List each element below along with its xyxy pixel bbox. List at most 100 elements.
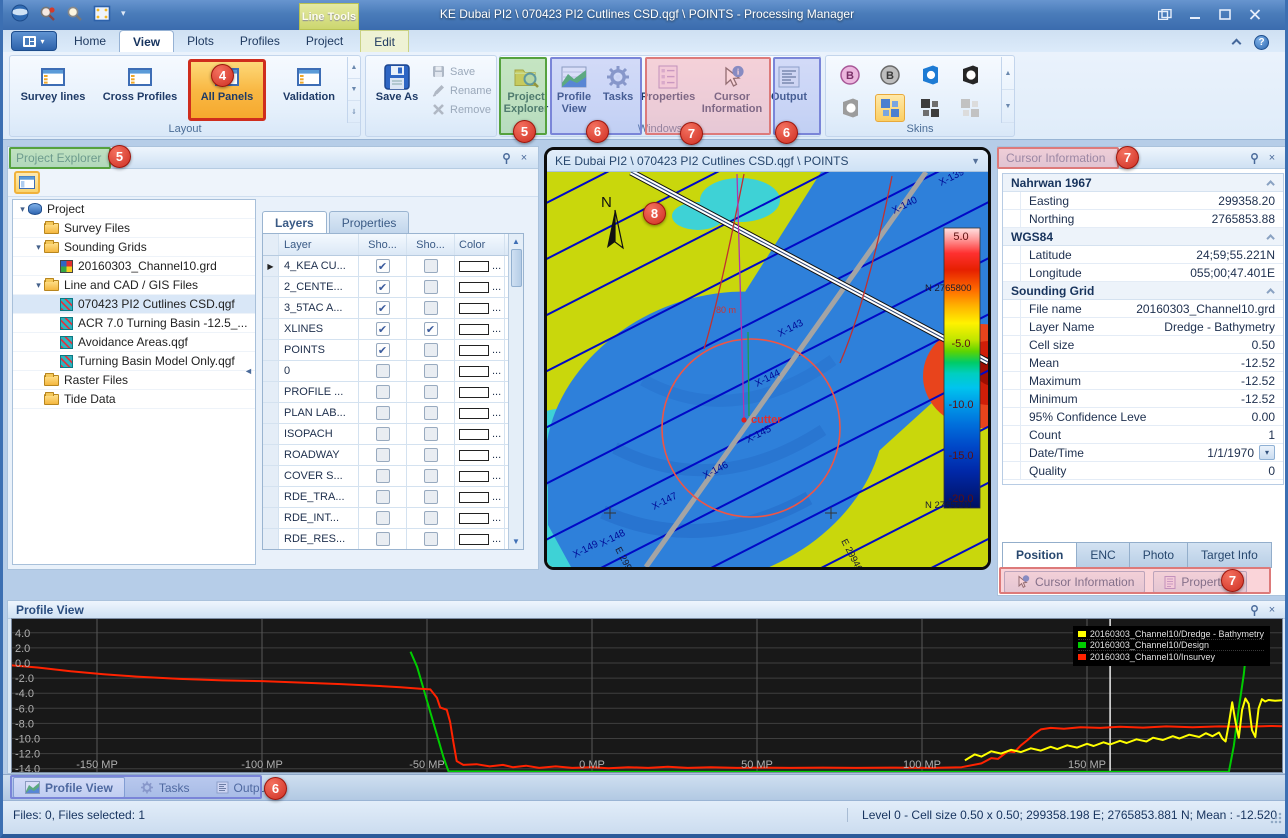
tab-view[interactable]: View	[119, 30, 174, 52]
tree-item[interactable]: Tide Data	[13, 390, 255, 409]
checkbox[interactable]	[376, 406, 390, 420]
table-row[interactable]: ISOPACH...	[263, 424, 523, 445]
row-selector[interactable]	[263, 424, 279, 444]
color-cell[interactable]: ...	[455, 277, 505, 297]
checkbox[interactable]	[424, 490, 438, 504]
layer-name-cell[interactable]: POINTS	[279, 340, 359, 360]
help-button[interactable]: ?	[1254, 35, 1269, 50]
color-cell[interactable]: ...	[455, 403, 505, 423]
layer-name-cell[interactable]: ROADWAY	[279, 445, 359, 465]
checkbox[interactable]: ✔	[376, 343, 390, 357]
row-selector[interactable]	[263, 298, 279, 318]
property-row[interactable]: Count1	[1003, 426, 1283, 444]
row-selector[interactable]	[263, 403, 279, 423]
color-swatch[interactable]	[459, 408, 489, 419]
checkbox[interactable]: ✔	[376, 280, 390, 294]
checkbox[interactable]	[424, 364, 438, 378]
layer-name-cell[interactable]: 4_KEA CU...	[279, 256, 359, 276]
color-cell[interactable]: ...	[455, 319, 505, 339]
chevron-down-icon[interactable]: ▼	[971, 156, 980, 166]
color-cell[interactable]: ...	[455, 529, 505, 549]
save-as-button[interactable]: Save As	[370, 59, 424, 121]
layer-name-cell[interactable]: RDE_TRA...	[279, 487, 359, 507]
close-icon[interactable]: ×	[1264, 603, 1280, 617]
row-selector[interactable]	[263, 466, 279, 486]
profile-chart[interactable]: 4.02.00.0-2.0-4.0-6.0-8.0-10.0-12.0-14.0…	[11, 618, 1283, 773]
close-icon[interactable]: ×	[1264, 151, 1280, 165]
color-cell[interactable]: ...	[455, 256, 505, 276]
property-row[interactable]: Easting299358.20	[1003, 192, 1283, 210]
survey-lines-button[interactable]: Survey lines	[14, 59, 92, 121]
ellipsis-button[interactable]: ...	[492, 260, 501, 272]
rename-button[interactable]: Rename	[428, 81, 496, 100]
table-row[interactable]: 2_CENTE... ✔...	[263, 277, 523, 298]
property-row[interactable]: File name20160303_Channel10.grd	[1003, 300, 1283, 318]
table-row[interactable]: POINTS✔...	[263, 340, 523, 361]
bottom-tab-profile-view[interactable]: Profile View	[13, 777, 125, 798]
ellipsis-button[interactable]: ...	[492, 428, 501, 440]
checkbox[interactable]	[424, 385, 438, 399]
maximize-button[interactable]	[1213, 6, 1237, 23]
panels-button[interactable]	[1153, 6, 1177, 23]
tab-enc[interactable]: ENC	[1077, 542, 1129, 568]
bathymetry-map[interactable]: 5.0-5.0-10.0-15.0-20.0 X-139X-140X-143X-…	[547, 172, 988, 567]
layer-name-cell[interactable]: RDE_INT...	[279, 508, 359, 528]
section-header[interactable]: Sounding Grid	[1003, 282, 1283, 300]
checkbox[interactable]: ✔	[376, 301, 390, 315]
ellipsis-button[interactable]: ...	[492, 512, 501, 524]
layer-name-cell[interactable]: 2_CENTE...	[279, 277, 359, 297]
property-row[interactable]: Layer NameDredge - Bathymetry	[1003, 318, 1283, 336]
checkbox[interactable]	[376, 427, 390, 441]
tab-project[interactable]: Project	[293, 30, 356, 52]
row-selector[interactable]	[263, 277, 279, 297]
skin-office-blue[interactable]	[915, 61, 945, 89]
bottom-tab-tasks[interactable]: Tasks	[129, 777, 201, 798]
checkbox[interactable]	[424, 427, 438, 441]
color-swatch[interactable]	[459, 345, 489, 356]
checkbox[interactable]	[424, 406, 438, 420]
tree-item[interactable]: ACR 7.0 Turning Basin -12.5_...	[13, 314, 255, 333]
checkbox[interactable]	[376, 532, 390, 546]
layer-name-cell[interactable]: 0	[279, 361, 359, 381]
tree-item[interactable]: ▾Project	[13, 200, 255, 219]
checkbox[interactable]	[376, 469, 390, 483]
collapse-panel-arrow-icon[interactable]: ◄	[244, 366, 253, 376]
skin-office-black[interactable]	[955, 61, 985, 89]
column-header[interactable]: Sho...	[407, 234, 455, 255]
color-swatch[interactable]	[459, 492, 489, 503]
close-button[interactable]	[1243, 6, 1267, 23]
table-row[interactable]: RDE_TRA......	[263, 487, 523, 508]
tree-item[interactable]: ▾Line and CAD / GIS Files	[13, 276, 255, 295]
pin-icon[interactable]	[1246, 151, 1262, 165]
checkbox[interactable]	[376, 448, 390, 462]
layers-table-scrollbar[interactable]: ▲ ▼	[508, 234, 523, 549]
row-selector[interactable]	[263, 487, 279, 507]
expand-icon[interactable]: ▾	[33, 242, 44, 253]
tab-home[interactable]: Home	[61, 30, 119, 52]
map-canvas[interactable]: 5.0-5.0-10.0-15.0-20.0 X-139X-140X-143X-…	[547, 172, 988, 567]
ellipsis-button[interactable]: ...	[492, 449, 501, 461]
tasks-button[interactable]: Tasks	[598, 59, 638, 121]
table-row[interactable]: PLAN LAB......	[263, 403, 523, 424]
checkbox[interactable]: ✔	[376, 259, 390, 273]
checkbox[interactable]	[424, 469, 438, 483]
row-selector[interactable]	[263, 382, 279, 402]
property-row[interactable]: Cell size0.50	[1003, 336, 1283, 354]
skin-squares-dark[interactable]	[915, 94, 945, 122]
layer-name-cell[interactable]: RDE_RES...	[279, 529, 359, 549]
toggle-layers-view-button[interactable]	[14, 171, 40, 194]
tree-item[interactable]: Avoidance Areas.qgf	[13, 333, 255, 352]
tab-edit[interactable]: Edit	[360, 30, 409, 52]
minimize-button[interactable]	[1183, 6, 1207, 23]
color-cell[interactable]: ...	[455, 424, 505, 444]
ellipsis-button[interactable]: ...	[492, 491, 501, 503]
properties-button[interactable]: Properties	[638, 59, 698, 121]
table-row[interactable]: 0...	[263, 361, 523, 382]
skin-squares-light[interactable]	[955, 94, 985, 122]
project-explorer-button[interactable]: Project Explorer	[502, 59, 550, 121]
tab-properties[interactable]: Properties	[329, 211, 410, 233]
ellipsis-button[interactable]: ...	[492, 386, 501, 398]
checkbox[interactable]: ✔	[424, 322, 438, 336]
scroll-up-icon[interactable]: ▲	[509, 234, 523, 249]
property-row[interactable]: Latitude24;59;55.221N	[1003, 246, 1283, 264]
